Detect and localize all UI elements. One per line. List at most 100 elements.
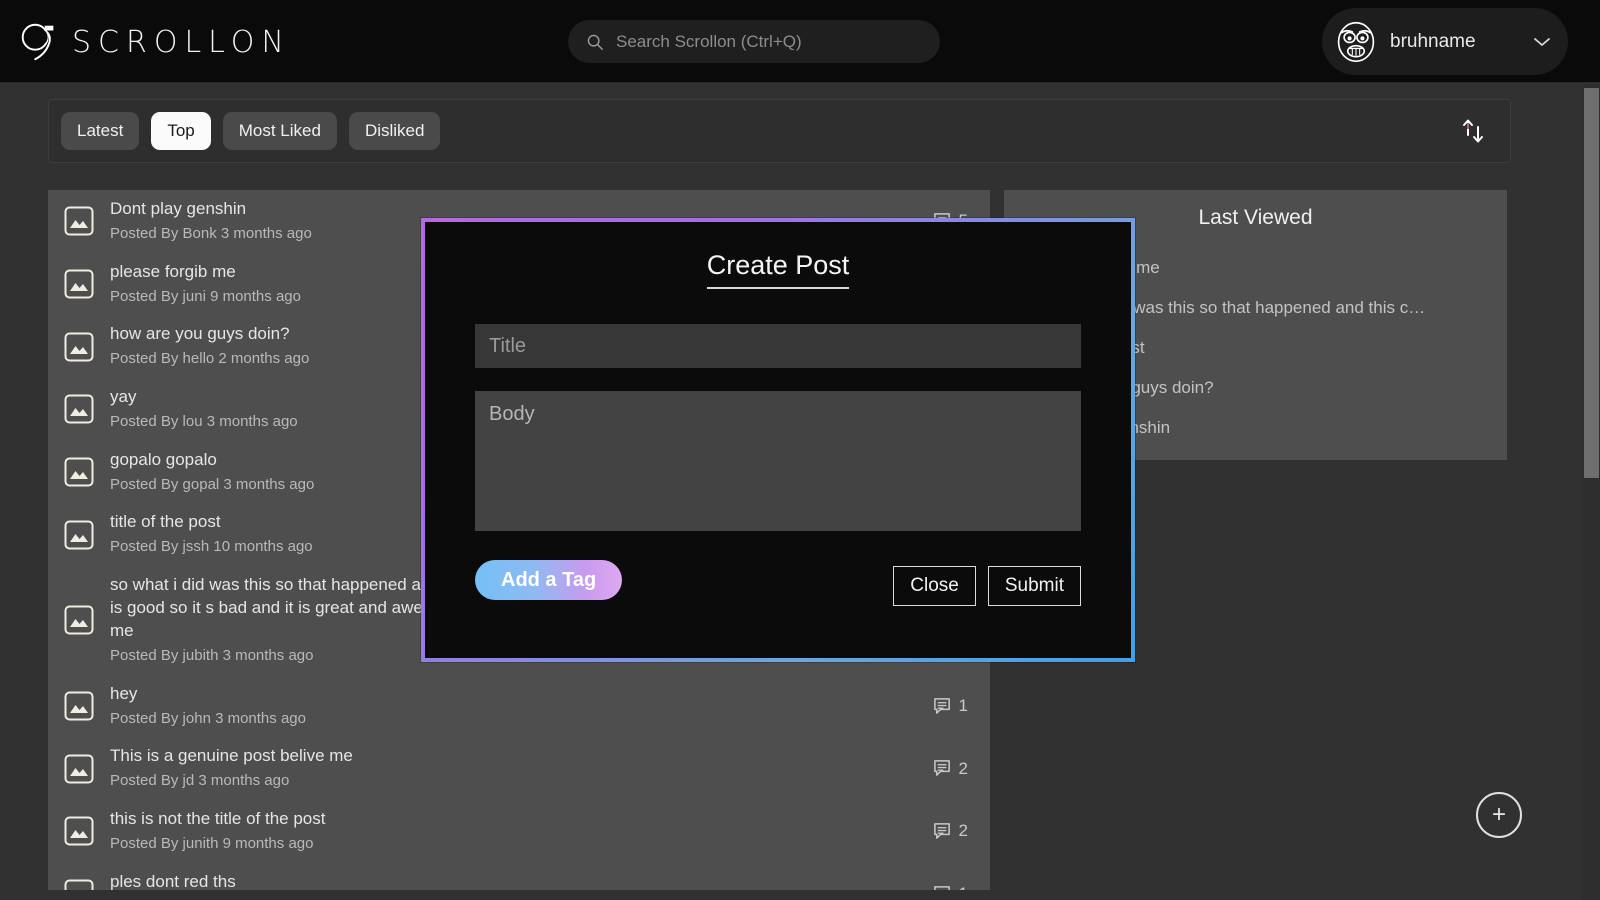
- tab-disliked[interactable]: Disliked: [348, 112, 441, 150]
- chevron-down-icon[interactable]: [1532, 35, 1552, 49]
- rage-face-avatar-icon: [1337, 21, 1375, 62]
- post-comment-count[interactable]: 2: [924, 759, 968, 779]
- post-title-input[interactable]: [475, 324, 1081, 368]
- sort-toggle-button[interactable]: [1454, 112, 1492, 150]
- post-row[interactable]: this is not the title of the post Posted …: [48, 800, 990, 863]
- post-author[interactable]: jubith: [183, 647, 219, 664]
- post-row[interactable]: This is a genuine post belive me Posted B…: [48, 737, 990, 800]
- post-author[interactable]: junith: [183, 835, 219, 852]
- create-post-modal-actions: Close Submit: [893, 566, 1081, 606]
- post-timestamp: 9 months ago: [218, 835, 314, 852]
- user-menu[interactable]: bruhname: [1322, 8, 1568, 75]
- post-thumbnail: [64, 520, 94, 550]
- post-body-textarea[interactable]: [475, 391, 1081, 531]
- tab-most-liked[interactable]: Most Liked: [222, 112, 337, 150]
- post-thumbnail: [64, 269, 94, 299]
- create-post-modal: Create Post Add a Tag Close Submit: [421, 218, 1135, 662]
- brand-name: SCROLLON: [72, 24, 291, 60]
- search-icon: [587, 34, 603, 50]
- post-thumbnail: [64, 816, 94, 846]
- post-timestamp: 3 months ago: [218, 646, 314, 664]
- post-thumbnail: [64, 332, 94, 362]
- comment-count-icon: [933, 697, 950, 714]
- post-title: ples dont red ths: [110, 871, 236, 890]
- post-comment-count[interactable]: 2: [924, 821, 968, 841]
- post-author[interactable]: jssh: [183, 538, 210, 555]
- post-meta: Posted By jd 3 months ago: [110, 772, 290, 790]
- post-author[interactable]: hello: [183, 350, 215, 367]
- tab-top[interactable]: Top: [151, 112, 211, 150]
- image-placeholder-icon: [64, 269, 94, 299]
- image-placeholder-icon: [64, 332, 94, 362]
- comment-count-value: 2: [958, 821, 968, 841]
- tab-latest[interactable]: Latest: [61, 112, 140, 150]
- post-thumbnail: [64, 206, 94, 236]
- image-placeholder-icon: [64, 691, 94, 721]
- image-placeholder-icon: [64, 879, 94, 890]
- post-timestamp: 3 months ago: [219, 475, 315, 493]
- add-a-tag-button[interactable]: Add a Tag: [475, 560, 623, 600]
- close-button[interactable]: Close: [893, 566, 976, 606]
- post-content: hey Posted By john 3 months ago: [110, 683, 908, 730]
- image-placeholder-icon: [64, 754, 94, 784]
- comment-count-value: 2: [958, 758, 968, 778]
- post-timestamp: 9 months ago: [205, 287, 301, 305]
- post-content: this is not the title of the post Posted …: [110, 808, 908, 855]
- submit-button[interactable]: Submit: [987, 566, 1081, 606]
- post-row[interactable]: ples dont red thsPosted By bruhname 9 mo…: [48, 863, 990, 890]
- post-timestamp: 3 months ago: [194, 772, 290, 790]
- post-comment-count[interactable]: 1: [924, 884, 968, 890]
- post-thumbnail: [64, 691, 94, 721]
- image-placeholder-icon: [64, 206, 94, 236]
- post-thumbnail: [64, 394, 94, 424]
- scrollon-logo-icon: [21, 23, 54, 61]
- comment-count-icon: [933, 760, 950, 777]
- post-meta: Posted By john 3 months ago: [110, 709, 306, 727]
- comment-count-value: 1: [959, 884, 968, 890]
- image-placeholder-icon: [64, 457, 94, 487]
- create-post-modal-title-text: Create Post: [706, 250, 850, 289]
- image-placeholder-icon: [64, 394, 94, 424]
- post-comment-count[interactable]: 1: [924, 696, 968, 716]
- sort-up-down-icon: [1463, 119, 1483, 143]
- filter-bar: Latest Top Most Liked Disliked: [48, 99, 1511, 163]
- brand-logo[interactable]: SCROLLON: [16, 14, 291, 70]
- post-title: this is not the title of the post: [110, 809, 326, 829]
- plus-icon: +: [1491, 801, 1506, 828]
- create-post-fab[interactable]: +: [1476, 792, 1522, 838]
- post-author[interactable]: juni: [183, 288, 206, 305]
- post-row[interactable]: hey Posted By john 3 months ago 1: [48, 675, 990, 738]
- post-author[interactable]: john: [183, 710, 211, 727]
- post-title: hey: [110, 683, 138, 703]
- post-content: ples dont red thsPosted By bruhname 9 mo…: [110, 871, 908, 890]
- comment-count-value: 1: [958, 696, 968, 716]
- post-timestamp: 2 months ago: [214, 350, 310, 368]
- search-bar[interactable]: [568, 20, 940, 63]
- post-timestamp: 3 months ago: [202, 413, 298, 430]
- top-bar: SCROLLON bruhname: [0, 0, 1600, 83]
- post-thumbnail: [64, 605, 94, 635]
- search-input[interactable]: [616, 31, 922, 52]
- post-author[interactable]: lou: [183, 413, 203, 430]
- comment-count-icon: [933, 823, 950, 839]
- create-post-modal-body: Create Post Add a Tag Close Submit: [425, 222, 1131, 658]
- post-thumbnail: [64, 879, 94, 890]
- post-timestamp: 3 months ago: [210, 709, 306, 727]
- post-thumbnail: [64, 754, 94, 784]
- post-timestamp: 10 months ago: [209, 538, 313, 556]
- post-author[interactable]: jd: [183, 772, 195, 789]
- user-name: bruhname: [1390, 30, 1476, 52]
- comment-count-icon: [933, 885, 950, 890]
- image-placeholder-icon: [64, 520, 94, 550]
- image-placeholder-icon: [64, 605, 94, 635]
- post-meta: Posted By junith 9 months ago: [110, 835, 314, 852]
- post-author[interactable]: Bonk: [183, 225, 217, 242]
- post-thumbnail: [64, 457, 94, 487]
- post-timestamp: 3 months ago: [216, 224, 312, 242]
- post-content: This is a genuine post belive me Posted B…: [110, 745, 908, 792]
- post-title: This is a genuine post belive me: [110, 746, 353, 766]
- page-scrollbar-thumb[interactable]: [1584, 88, 1599, 478]
- create-post-modal-title: Create Post: [475, 242, 1081, 289]
- image-placeholder-icon: [64, 816, 94, 846]
- post-author[interactable]: gopal: [183, 476, 220, 493]
